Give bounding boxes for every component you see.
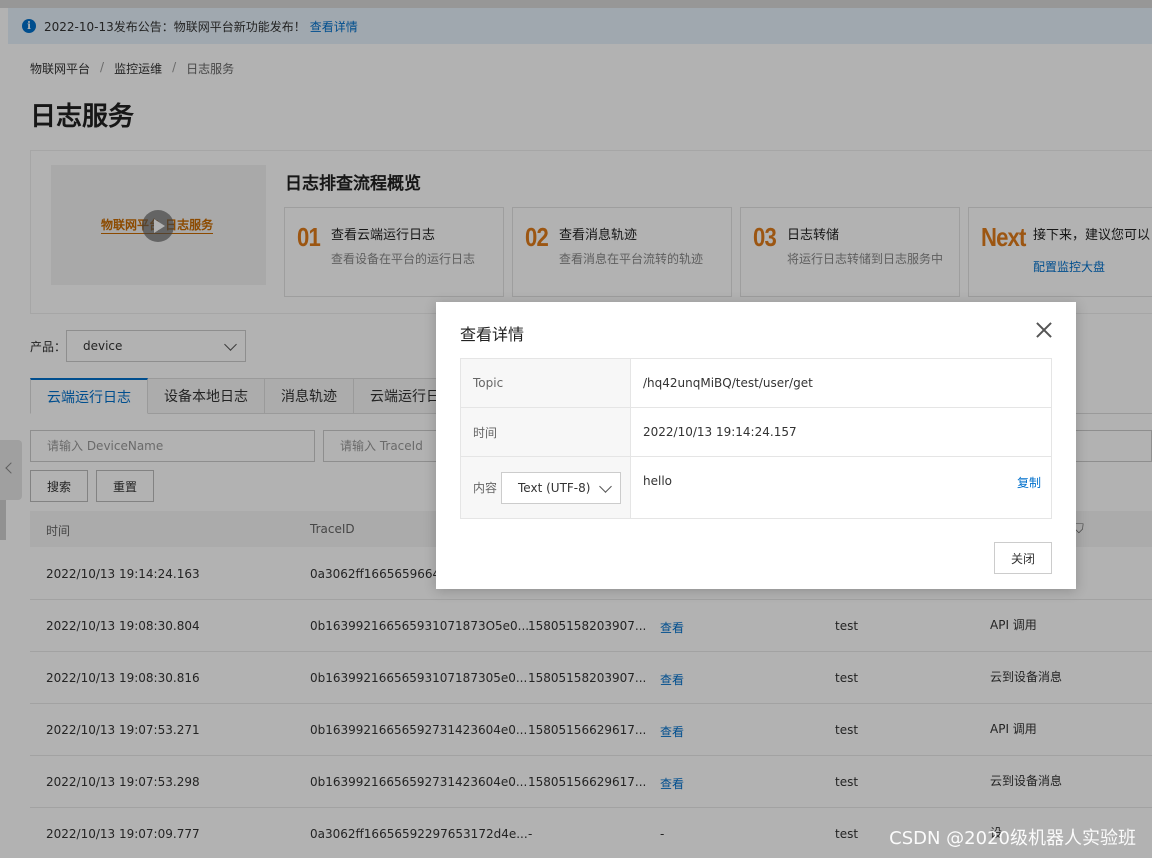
content-value-cell: hello 复制 bbox=[631, 457, 1051, 518]
encoding-select-value: Text (UTF-8) bbox=[518, 480, 591, 495]
modal-close-button[interactable]: 关闭 bbox=[994, 542, 1052, 574]
watermark: CSDN @2020级机器人实验班 bbox=[889, 828, 1136, 849]
topic-value: /hq42unqMiBQ/test/user/get bbox=[643, 376, 813, 390]
encoding-select[interactable]: Text (UTF-8) bbox=[501, 471, 622, 504]
detail-table: Topic /hq42unqMiBQ/test/user/get 时间 2022… bbox=[460, 358, 1052, 519]
detail-row-content: 内容 Text (UTF-8) hello 复制 bbox=[461, 457, 1051, 518]
detail-row-topic: Topic /hq42unqMiBQ/test/user/get bbox=[461, 359, 1051, 408]
detail-row-time: 时间 2022/10/13 19:14:24.157 bbox=[461, 408, 1051, 457]
chevron-down-icon bbox=[599, 479, 612, 493]
modal-title: 查看详情 bbox=[460, 325, 525, 344]
content-value: hello bbox=[643, 474, 672, 488]
topic-label: Topic bbox=[461, 359, 631, 407]
close-icon[interactable] bbox=[1034, 320, 1054, 340]
content-label: 内容 bbox=[473, 481, 498, 495]
time-label: 时间 bbox=[461, 408, 631, 456]
detail-modal: 查看详情 Topic /hq42unqMiBQ/test/user/get 时间… bbox=[436, 302, 1076, 589]
copy-link[interactable]: 复制 bbox=[1017, 474, 1041, 491]
time-value: 2022/10/13 19:14:24.157 bbox=[643, 425, 797, 439]
content-key-cell: 内容 Text (UTF-8) bbox=[461, 457, 631, 518]
